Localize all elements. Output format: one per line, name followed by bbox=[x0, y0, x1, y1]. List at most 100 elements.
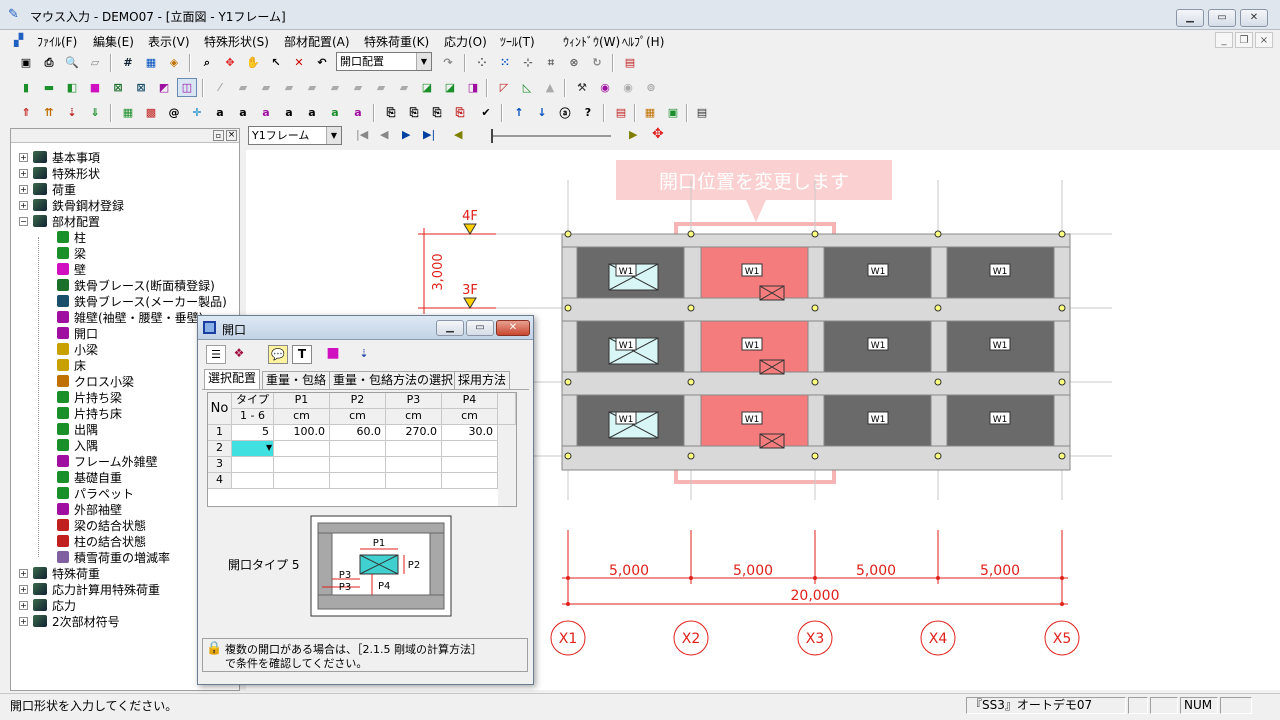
grid-cell[interactable] bbox=[442, 457, 498, 473]
special-shape-icon[interactable]: ◉ bbox=[595, 78, 615, 97]
slider-left-icon[interactable]: ◀ bbox=[454, 128, 462, 141]
small-beam-icon[interactable]: ⁄ bbox=[210, 78, 230, 97]
3d-view-icon[interactable]: ◈ bbox=[164, 53, 184, 72]
book-icon[interactable]: ❖ bbox=[229, 345, 249, 364]
check-icon[interactable]: ✔ bbox=[476, 103, 496, 122]
save-icon[interactable]: ▣ bbox=[16, 53, 36, 72]
document-icon[interactable]: ▞ bbox=[14, 33, 30, 47]
menu-file[interactable]: ﾌｧｲﾙ(F) bbox=[37, 33, 77, 50]
distributed-load-icon[interactable]: ⇓ bbox=[85, 103, 105, 122]
list-view-icon[interactable]: ☰ bbox=[206, 345, 226, 364]
label-icon[interactable]: ⎘ bbox=[381, 103, 401, 122]
tree-expander[interactable]: + bbox=[19, 616, 28, 626]
node-edit-icon[interactable]: ⊹ bbox=[518, 53, 538, 72]
mode-select[interactable]: 開口配置 ▼ bbox=[336, 52, 432, 71]
snow-load-icon[interactable]: ◺ bbox=[517, 78, 537, 97]
stress-icon[interactable]: ◉ bbox=[618, 78, 638, 97]
text-a-box-icon[interactable]: a bbox=[233, 103, 253, 122]
select-arrow-icon[interactable]: ↖ bbox=[266, 53, 286, 72]
cross-beam-icon[interactable]: ▰ bbox=[256, 78, 276, 97]
grid-cell[interactable]: 5 bbox=[232, 425, 274, 441]
beam-icon[interactable]: ▬ bbox=[39, 78, 59, 97]
wall-icon[interactable]: ■ bbox=[85, 78, 105, 97]
print-icon[interactable]: ⎙ bbox=[39, 53, 59, 72]
undo-icon[interactable]: ↶ bbox=[312, 53, 332, 72]
grid-cell[interactable]: 270.0 bbox=[386, 425, 442, 441]
tree-expander[interactable]: + bbox=[19, 600, 28, 610]
pan-hand-icon[interactable]: ✋ bbox=[243, 53, 263, 72]
menu-window[interactable]: ｳｨﾝﾄﾞｳ(W) bbox=[563, 33, 620, 50]
tab-adoption-method[interactable]: 採用方法 bbox=[454, 371, 511, 389]
help-icon[interactable]: ? bbox=[578, 103, 598, 122]
grid-cell[interactable] bbox=[386, 473, 442, 489]
grid-cell[interactable] bbox=[386, 457, 442, 473]
beam-load-icon[interactable]: ⇈ bbox=[39, 103, 59, 122]
tree-item[interactable]: + 特殊荷重 bbox=[19, 565, 100, 581]
foundation-icon[interactable]: ▰ bbox=[394, 78, 414, 97]
brace-maker-icon[interactable]: ⊠ bbox=[131, 78, 151, 97]
node-delete-icon[interactable]: ⊗ bbox=[564, 53, 584, 72]
zoom-icon[interactable]: ⌕ bbox=[197, 53, 217, 72]
node-move-icon[interactable]: ⁙ bbox=[495, 53, 515, 72]
print-preview-icon[interactable]: 🔍 bbox=[62, 53, 82, 72]
tree-item[interactable]: 小梁 bbox=[57, 341, 98, 357]
load-icon[interactable]: ▲ bbox=[540, 78, 560, 97]
tree-item[interactable]: 壁 bbox=[57, 261, 86, 277]
misc-wall-icon[interactable]: ◩ bbox=[154, 78, 174, 97]
tree-item[interactable]: 開口 bbox=[57, 325, 98, 341]
maximize-button[interactable]: ▭ bbox=[1208, 9, 1236, 27]
frame-icon[interactable]: ▤ bbox=[611, 103, 631, 122]
label4-icon[interactable]: ⎘ bbox=[450, 103, 470, 122]
beam-joint-icon[interactable]: ◨ bbox=[463, 78, 483, 97]
grid-cell[interactable] bbox=[330, 473, 386, 489]
tree-item[interactable]: 外部袖壁 bbox=[57, 501, 122, 517]
tree-expander[interactable]: + bbox=[19, 568, 28, 578]
close-button[interactable]: ✕ bbox=[1240, 9, 1268, 27]
tree-item[interactable]: + 応力 bbox=[19, 597, 76, 613]
tree-item[interactable]: パラペット bbox=[57, 485, 134, 501]
sort-icon[interactable]: ⇣ bbox=[354, 345, 374, 364]
at-icon[interactable]: @ bbox=[164, 103, 184, 122]
menu-view[interactable]: 表示(V) bbox=[148, 33, 190, 50]
grid-cell[interactable] bbox=[274, 441, 330, 457]
grid-cell[interactable] bbox=[330, 441, 386, 457]
point-load-icon[interactable]: ⇣ bbox=[62, 103, 82, 122]
tree-item[interactable]: フレーム外雑壁 bbox=[57, 453, 158, 469]
table-icon[interactable]: ▤ bbox=[620, 53, 640, 72]
grid-cell[interactable] bbox=[232, 457, 274, 473]
text-a-pen-icon[interactable]: a bbox=[279, 103, 299, 122]
tree-item[interactable]: +2次部材符号 bbox=[19, 613, 120, 629]
grid-icon[interactable]: # bbox=[118, 53, 138, 72]
tree-expander[interactable]: + bbox=[19, 152, 28, 162]
label2-icon[interactable]: ⎘ bbox=[404, 103, 424, 122]
mdi-minimize-button[interactable]: _ bbox=[1215, 32, 1233, 48]
crosshair-icon[interactable]: ✛ bbox=[187, 103, 207, 122]
grid-cell[interactable] bbox=[232, 473, 274, 489]
tree-item[interactable]: 入隅 bbox=[57, 437, 98, 453]
panel-restore-icon[interactable]: ▫ bbox=[213, 130, 224, 141]
mdi-close-button[interactable]: × bbox=[1255, 32, 1273, 48]
last-frame-icon[interactable]: ▶| bbox=[423, 128, 435, 141]
hatch-icon[interactable]: ▩ bbox=[141, 103, 161, 122]
dialog-close-button[interactable]: ✕ bbox=[496, 320, 530, 336]
node-icon[interactable]: ⁘ bbox=[472, 53, 492, 72]
delete-icon[interactable]: ✕ bbox=[289, 53, 309, 72]
tree-expander[interactable]: − bbox=[19, 216, 28, 226]
text-box-icon[interactable]: ⓐ bbox=[555, 103, 575, 122]
disabled-icon[interactable]: ▱ bbox=[85, 53, 105, 72]
tree-item[interactable]: 鉄骨ブレース(断面積登録) bbox=[57, 277, 215, 293]
menu-special-shape[interactable]: 特殊形状(S) bbox=[204, 33, 269, 50]
menu-tools[interactable]: ﾂｰﾙ(T) bbox=[500, 33, 535, 50]
zoom-slider-thumb[interactable] bbox=[491, 129, 493, 143]
grid-cell[interactable] bbox=[442, 441, 498, 457]
dialog-title-bar[interactable]: 開口 ▁ ▭ ✕ bbox=[198, 316, 533, 340]
first-frame-icon[interactable]: |◀ bbox=[356, 128, 368, 141]
tree-item[interactable]: + 基本事項 bbox=[19, 149, 100, 165]
menu-special-load[interactable]: 特殊荷重(K) bbox=[364, 33, 429, 50]
dialog-minimize-button[interactable]: ▁ bbox=[436, 320, 464, 336]
tree-item[interactable]: + 荷重 bbox=[19, 181, 76, 197]
column-joint-icon[interactable]: ◸ bbox=[494, 78, 514, 97]
tree-item[interactable]: 片持ち梁 bbox=[57, 389, 122, 405]
text-a-icon[interactable]: a bbox=[210, 103, 230, 122]
parapet-icon[interactable]: ◪ bbox=[417, 78, 437, 97]
